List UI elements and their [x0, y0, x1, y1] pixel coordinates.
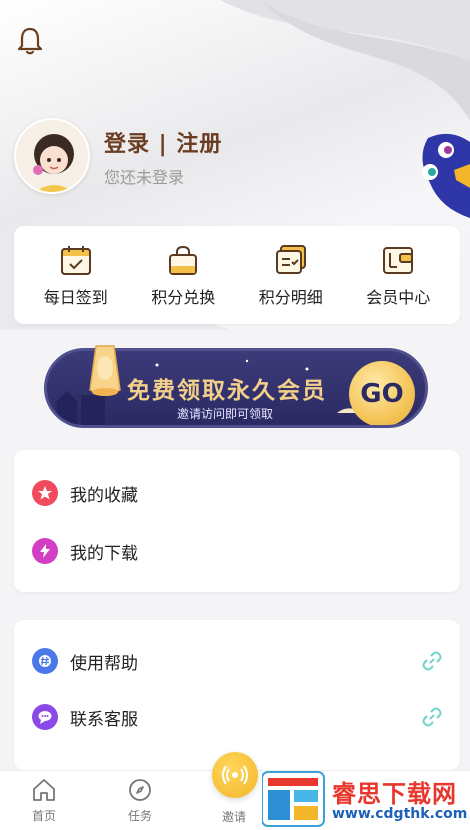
- wallet-icon: [383, 247, 414, 274]
- personal-menu-card: 我的收藏 我的下载: [14, 450, 460, 592]
- bell-icon[interactable]: [16, 26, 44, 56]
- hash-icon: [32, 648, 58, 674]
- points-detail-button[interactable]: 积分明细: [241, 242, 341, 308]
- broadcast-icon: [222, 765, 248, 785]
- invite-button[interactable]: [212, 752, 258, 798]
- banner-title: 免费领取永久会员: [127, 378, 327, 404]
- tab-tasks[interactable]: 任务: [110, 777, 170, 824]
- link-icon[interactable]: [422, 707, 442, 727]
- mascot-illustration: [422, 133, 470, 218]
- tab-home[interactable]: 首页: [14, 777, 74, 824]
- quick-action-label: 积分明细: [258, 288, 323, 307]
- support-menu-card: 使用帮助 联系客服: [14, 620, 460, 770]
- chat-icon: [32, 704, 58, 730]
- my-downloads-item[interactable]: 我的下载: [32, 538, 442, 564]
- my-favorites-item[interactable]: 我的收藏: [32, 480, 442, 506]
- tab-label: 首页: [31, 809, 56, 823]
- compass-icon: [129, 779, 151, 801]
- login-status-text: 您还未登录: [104, 168, 185, 187]
- lantern-icon: [89, 345, 121, 396]
- invite-label: 邀请: [222, 810, 247, 824]
- link-icon[interactable]: [422, 651, 442, 671]
- menu-item-label: 我的下载: [70, 543, 138, 564]
- watermark-text: 睿思下载网: [332, 780, 457, 808]
- customer-service-item[interactable]: 联系客服: [32, 704, 442, 730]
- go-button[interactable]: GO: [349, 361, 415, 425]
- star-icon: [32, 480, 58, 506]
- menu-item-label: 联系客服: [70, 709, 138, 730]
- tab-label: 任务: [127, 809, 152, 823]
- login-register-link[interactable]: 登录 | 注册: [104, 126, 222, 158]
- daily-checkin-button[interactable]: 每日签到: [26, 242, 126, 308]
- free-membership-banner[interactable]: 免费领取永久会员 邀请访问即可领取 GO: [44, 342, 428, 436]
- banner-subtitle: 邀请访问即可领取: [177, 407, 274, 421]
- watermark-url: www.cdgthk.com: [332, 806, 468, 822]
- help-item[interactable]: 使用帮助: [32, 648, 442, 674]
- shopping-bag-icon: [169, 245, 198, 275]
- quick-action-label: 每日签到: [43, 288, 108, 307]
- list-card-icon: [275, 245, 306, 274]
- avatar[interactable]: [14, 118, 90, 194]
- menu-item-label: 使用帮助: [70, 653, 138, 674]
- home-icon: [33, 779, 55, 801]
- quick-actions-card: 每日签到 积分兑换 积分明细 会员中心: [14, 226, 460, 324]
- lightning-icon: [32, 538, 58, 564]
- quick-action-label: 积分兑换: [151, 288, 216, 307]
- member-center-button[interactable]: 会员中心: [348, 242, 448, 308]
- quick-action-label: 会员中心: [366, 288, 431, 307]
- points-exchange-button[interactable]: 积分兑换: [133, 242, 233, 308]
- menu-item-label: 我的收藏: [70, 485, 138, 506]
- calendar-check-icon: [60, 246, 91, 275]
